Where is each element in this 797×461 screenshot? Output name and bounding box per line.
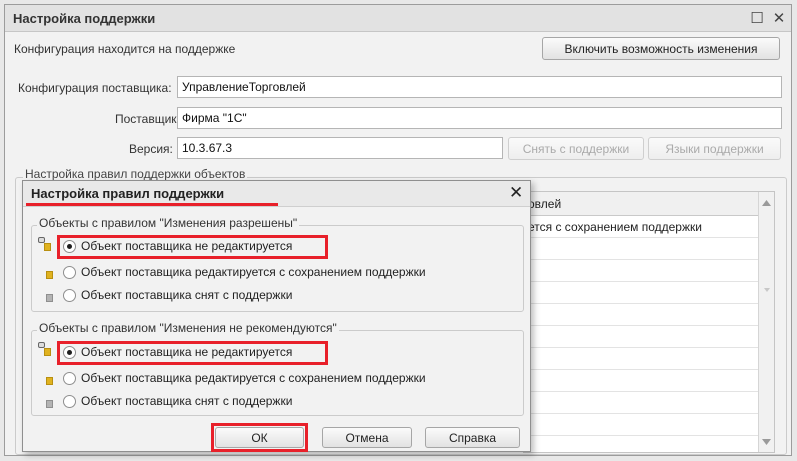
support-cube-icon [46,271,53,279]
table-row[interactable] [524,371,758,392]
vendor-field[interactable]: Фирма "1С" [177,107,782,129]
g1-editable-with-support-label[interactable]: Объект поставщика редактируется с сохран… [81,265,426,279]
object-rules-group-title: Настройка правил поддержки объектов [23,167,248,181]
support-languages-button[interactable]: Языки поддержки [648,137,781,160]
enable-changes-button[interactable]: Включить возможность изменения [542,37,780,60]
vendor-config-field[interactable]: УправлениеТорговлей [177,76,782,98]
ok-button[interactable]: ОК [215,427,304,448]
g1-editable-with-support-radio[interactable] [63,266,76,279]
table-header-label: овлей [528,197,562,211]
scroll-down-icon[interactable] [762,439,771,445]
g2-not-editable-radio[interactable] [63,346,76,359]
g2-editable-with-support-label[interactable]: Объект поставщика редактируется с сохран… [81,371,426,385]
removed-cube-icon [46,294,53,302]
not-recommended-group-title: Объекты с правилом "Изменения не рекомен… [37,321,339,335]
support-cube-icon [46,377,53,385]
g1-removed-label[interactable]: Объект поставщика снят с поддержки [81,288,292,302]
table-header: овлей [524,192,758,216]
vendor-config-label: Конфигурация поставщика: [18,81,172,95]
cancel-button[interactable]: Отмена [322,427,412,448]
removed-cube-icon [46,400,53,408]
table-row[interactable] [524,283,758,304]
g1-not-editable-label[interactable]: Объект поставщика не редактируется [81,239,292,253]
table-row[interactable] [524,415,758,436]
support-cube-icon [44,243,51,251]
objects-table[interactable]: овлей ется с сохранением поддержки [523,191,775,453]
table-row[interactable]: ется с сохранением поддержки [524,217,758,238]
g1-not-editable-radio[interactable] [63,240,76,253]
vendor-label: Поставщик: [115,112,180,126]
version-label: Версия: [129,142,173,156]
dialog-close-icon[interactable]: ✕ [509,183,523,203]
remove-support-button[interactable]: Снять с поддержки [508,137,644,160]
table-row[interactable] [524,349,758,370]
window-title: Настройка поддержки [13,11,156,26]
maximize-icon[interactable]: ☐ [749,10,765,27]
table-row[interactable] [524,261,758,282]
table-row[interactable] [524,393,758,414]
close-icon[interactable]: ✕ [771,10,787,27]
support-rules-dialog: Настройка правил поддержки ✕ Объекты с п… [22,180,531,452]
title-highlight-underline [26,203,278,206]
window-titlebar: Настройка поддержки ☐ ✕ [5,5,791,32]
support-cube-icon [44,348,51,356]
scroll-thumb-grip-icon [764,288,770,292]
dialog-title: Настройка правил поддержки [31,186,225,201]
scroll-up-icon[interactable] [762,200,771,206]
version-field[interactable]: 10.3.67.3 [177,137,503,159]
support-status-text: Конфигурация находится на поддержке [14,42,236,56]
g2-removed-label[interactable]: Объект поставщика снят с поддержки [81,394,292,408]
g2-removed-radio[interactable] [63,395,76,408]
table-row[interactable] [524,305,758,326]
g1-removed-radio[interactable] [63,289,76,302]
table-vertical-scrollbar[interactable] [758,192,774,452]
allowed-changes-group-title: Объекты с правилом "Изменения разрешены" [37,216,300,230]
help-button[interactable]: Справка [425,427,520,448]
dialog-titlebar: Настройка правил поддержки ✕ [23,181,530,207]
table-row[interactable] [524,239,758,260]
g2-not-editable-label[interactable]: Объект поставщика не редактируется [81,345,292,359]
table-row[interactable] [524,327,758,348]
g2-editable-with-support-radio[interactable] [63,372,76,385]
